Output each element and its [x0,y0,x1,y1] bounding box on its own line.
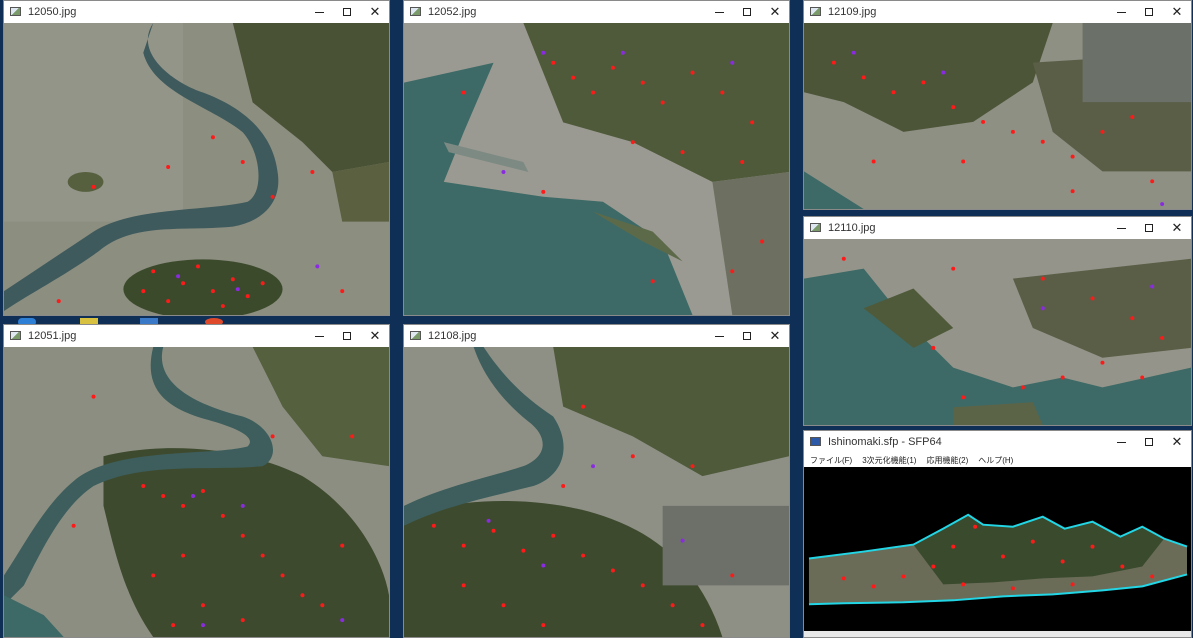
image-window-12110[interactable]: 12110.jpg ✕ [803,216,1192,426]
window-titlebar[interactable]: Ishinomaki.sfp - SFP64 ✕ [804,431,1191,453]
menu-file[interactable]: ファイル(F) [810,455,852,466]
image-file-icon [410,330,422,342]
aerial-photo[interactable] [4,347,389,637]
window-titlebar[interactable]: 12052.jpg ✕ [404,1,789,23]
menu-3d-functions[interactable]: 3次元化機能(1) [862,455,916,466]
aerial-photo-graphic [804,23,1191,209]
maximize-icon[interactable] [333,1,361,23]
maximize-icon[interactable] [1135,431,1163,453]
image-window-12108[interactable]: 12108.jpg ✕ [403,324,790,638]
window-title: 12110.jpg [828,222,876,234]
maximize-icon[interactable] [733,1,761,23]
window-title: 12050.jpg [28,6,77,18]
sfp64-window[interactable]: Ishinomaki.sfp - SFP64 ✕ ファイル(F) 3次元化機能(… [803,430,1192,638]
minimize-icon[interactable] [305,325,333,347]
aerial-photo-graphic [804,239,1191,425]
minimize-icon[interactable] [1107,1,1135,23]
app-logo-icon [810,436,822,448]
window-titlebar[interactable]: 12050.jpg ✕ [4,1,389,23]
window-titlebar[interactable]: 12110.jpg ✕ [804,217,1191,239]
image-window-12109[interactable]: 12109.jpg ✕ [803,0,1192,210]
window-title: 12051.jpg [28,330,77,342]
minimize-icon[interactable] [1107,217,1135,239]
close-icon[interactable]: ✕ [361,325,389,347]
window-titlebar[interactable]: 12051.jpg ✕ [4,325,389,347]
window-titlebar[interactable]: 12108.jpg ✕ [404,325,789,347]
image-file-icon [10,6,22,18]
aerial-photo-graphic [4,23,389,315]
image-window-12051[interactable]: 12051.jpg ✕ [3,324,390,638]
close-icon[interactable]: ✕ [1163,217,1191,239]
aerial-photo-graphic [404,23,789,315]
aerial-photo-graphic [404,347,789,637]
close-icon[interactable]: ✕ [1163,431,1191,453]
window-titlebar[interactable]: 12109.jpg ✕ [804,1,1191,23]
3d-viewport[interactable] [804,467,1191,633]
status-bar [804,631,1191,637]
minimize-icon[interactable] [1107,431,1135,453]
minimize-icon[interactable] [305,1,333,23]
image-window-12052[interactable]: 12052.jpg ✕ [403,0,790,316]
menu-bar: ファイル(F) 3次元化機能(1) 応用機能(2) ヘルプ(H) [804,453,1191,467]
maximize-icon[interactable] [733,325,761,347]
close-icon[interactable]: ✕ [1163,1,1191,23]
aerial-photo[interactable] [404,23,789,315]
image-window-12050[interactable]: 12050.jpg ✕ [3,0,390,316]
maximize-icon[interactable] [1135,1,1163,23]
close-icon[interactable]: ✕ [361,1,389,23]
minimize-icon[interactable] [705,325,733,347]
aerial-photo[interactable] [4,23,389,315]
close-icon[interactable]: ✕ [761,325,789,347]
window-title: 12052.jpg [428,6,477,18]
image-file-icon [410,6,422,18]
maximize-icon[interactable] [333,325,361,347]
minimize-icon[interactable] [705,1,733,23]
window-title: Ishinomaki.sfp - SFP64 [828,436,942,448]
menu-applied-functions[interactable]: 応用機能(2) [926,455,968,466]
aerial-photo-graphic [4,347,389,637]
image-file-icon [810,6,822,18]
window-title: 12109.jpg [828,6,877,18]
close-icon[interactable]: ✕ [761,1,789,23]
aerial-photo[interactable] [404,347,789,637]
image-file-icon [810,222,822,234]
aerial-photo[interactable] [804,239,1191,425]
window-title: 12108.jpg [428,330,477,342]
maximize-icon[interactable] [1135,217,1163,239]
aerial-photo[interactable] [804,23,1191,209]
3d-terrain-graphic [804,467,1191,633]
menu-help[interactable]: ヘルプ(H) [978,455,1013,466]
image-file-icon [10,330,22,342]
